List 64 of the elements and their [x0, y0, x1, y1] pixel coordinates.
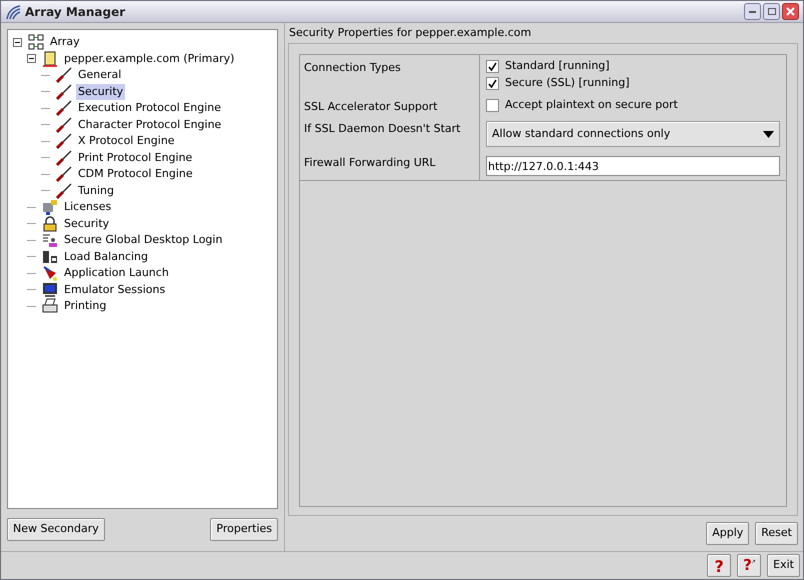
- tree-item[interactable]: Print Protocol Engine: [76, 150, 194, 166]
- context-help-button[interactable]: ?: [737, 554, 762, 577]
- server-icon: [42, 50, 58, 67]
- property-label: If SSL Daemon Doesn't Start: [304, 122, 460, 135]
- tree-item[interactable]: Array: [48, 34, 82, 50]
- apply-button[interactable]: Apply: [706, 522, 750, 545]
- property-label: Firewall Forwarding URL: [304, 156, 436, 169]
- screwdriver-icon: [56, 182, 72, 199]
- close-button[interactable]: [782, 3, 799, 20]
- help-button[interactable]: ?: [707, 554, 732, 577]
- login-icon: [42, 232, 58, 248]
- property-label: SSL Accelerator Support: [304, 100, 438, 113]
- maximize-button[interactable]: [763, 3, 780, 20]
- tree-item[interactable]: CDM Protocol Engine: [76, 166, 195, 182]
- new-secondary-button[interactable]: New Secondary: [7, 518, 105, 541]
- checkbox-label: Secure (SSL) [running]: [505, 74, 630, 91]
- load-balancing-icon: [42, 248, 58, 265]
- screwdriver-icon: [56, 84, 72, 100]
- tree-item[interactable]: Printing: [62, 298, 108, 314]
- property-label: Connection Types: [304, 61, 401, 74]
- arrow-icon: [752, 558, 756, 565]
- tree-item[interactable]: Execution Protocol Engine: [76, 100, 223, 116]
- exit-button[interactable]: Exit: [767, 554, 800, 577]
- collapse-icon[interactable]: [27, 54, 36, 64]
- tree-item[interactable]: Load Balancing: [62, 248, 150, 265]
- screwdriver-icon: [56, 116, 72, 133]
- tree-item[interactable]: Secure Global Desktop Login: [62, 232, 224, 248]
- dropdown[interactable]: Allow standard connections only: [486, 121, 780, 147]
- window-title: Array Manager: [25, 4, 126, 20]
- tree-item[interactable]: Application Launch: [62, 265, 171, 282]
- tree-item[interactable]: Character Protocol Engine: [76, 116, 224, 133]
- minimize-button[interactable]: [744, 3, 761, 20]
- checkbox[interactable]: [486, 98, 499, 112]
- close-icon: [786, 7, 795, 16]
- printer-icon: [42, 298, 58, 314]
- tree-item[interactable]: General: [76, 67, 124, 84]
- tree-item[interactable]: Security: [76, 84, 126, 100]
- tree-item[interactable]: Security: [62, 216, 112, 232]
- rocket-icon: [42, 265, 58, 282]
- app-icon: [5, 4, 21, 20]
- checkbox[interactable]: [486, 60, 499, 72]
- checkbox-label: Standard [running]: [505, 58, 610, 74]
- key-icon: [42, 199, 58, 216]
- screwdriver-icon: [56, 100, 72, 116]
- reset-button[interactable]: Reset: [755, 522, 798, 545]
- dropdown-arrow-icon: [763, 130, 774, 138]
- properties-button[interactable]: Properties: [210, 518, 278, 541]
- screwdriver-icon: [56, 67, 72, 84]
- tree-item[interactable]: X Protocol Engine: [76, 133, 177, 150]
- checkbox-label: Accept plaintext on secure port: [505, 96, 678, 113]
- tree-item[interactable]: Emulator Sessions: [62, 282, 168, 298]
- screwdriver-icon: [56, 166, 72, 182]
- network-icon: [28, 34, 44, 50]
- url-field[interactable]: http://127.0.0.1:443: [486, 156, 780, 176]
- tree-item[interactable]: Licenses: [62, 199, 114, 216]
- monitor-icon: [42, 282, 58, 298]
- collapse-icon[interactable]: [13, 38, 22, 47]
- tree-item[interactable]: Tuning: [76, 182, 116, 199]
- screwdriver-icon: [56, 150, 72, 166]
- padlock-icon: [42, 216, 58, 232]
- screwdriver-icon: [56, 133, 72, 150]
- tree-item[interactable]: pepper.example.com (Primary): [62, 50, 236, 67]
- checkbox[interactable]: [486, 76, 499, 90]
- panel-title: Security Properties for pepper.example.com: [288, 24, 532, 41]
